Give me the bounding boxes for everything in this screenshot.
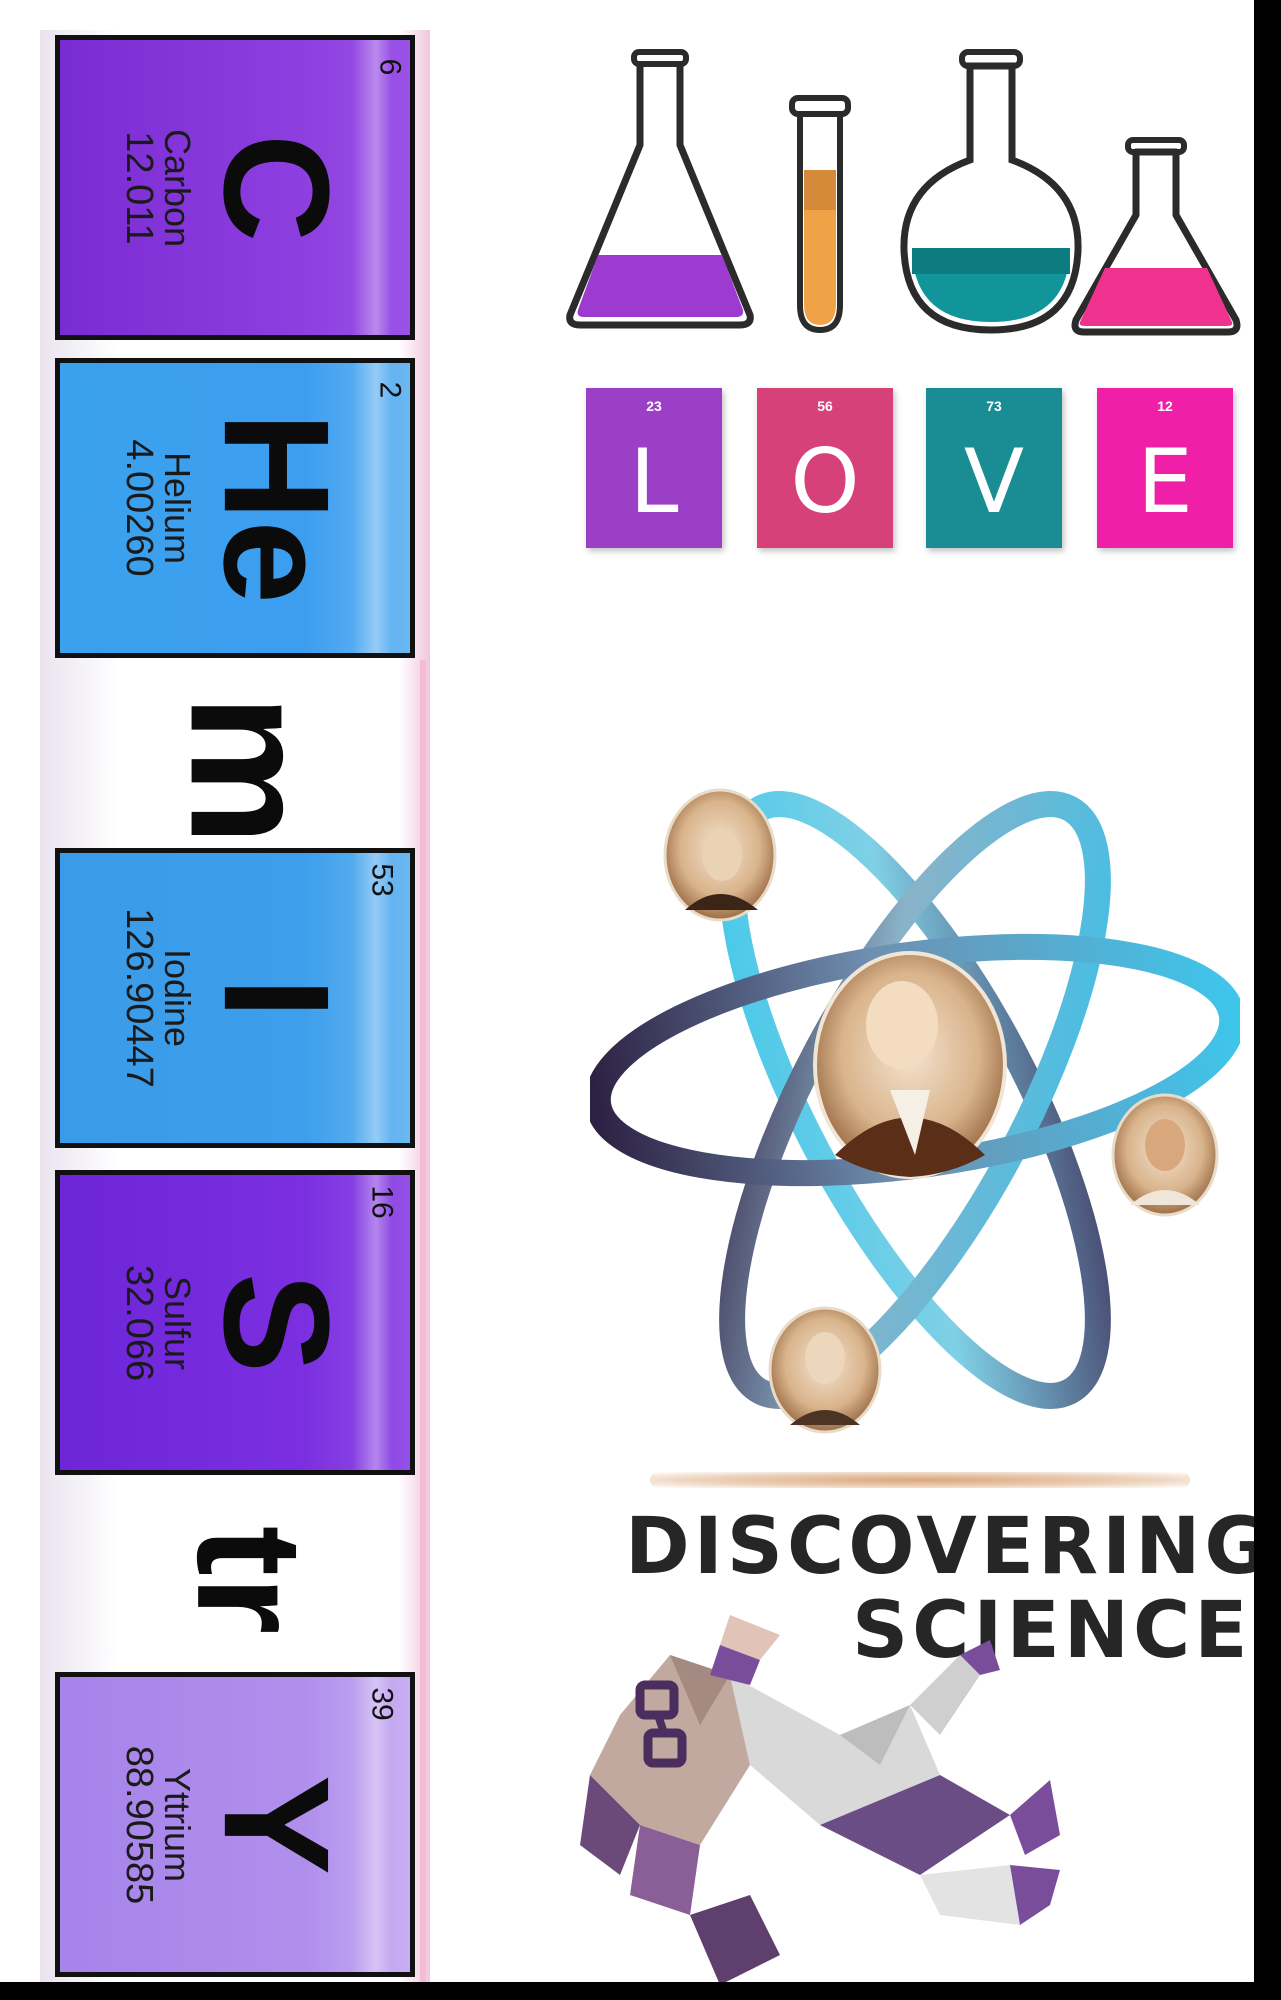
element-name: Yttrium: [156, 1767, 198, 1882]
atomic-mass: 4.00260: [118, 439, 161, 577]
element-symbol: Y: [192, 1774, 361, 1875]
letter-m: m: [155, 685, 345, 845]
love-number: 56: [817, 398, 833, 414]
tile-helium: 2 He Helium 4.00260: [55, 358, 415, 658]
love-letter: E: [1137, 430, 1193, 533]
element-name: Iodine: [156, 948, 198, 1048]
atomic-number: 53: [365, 863, 399, 897]
portrait-bottom: [768, 1306, 882, 1434]
scientist-illustration: [580, 1615, 1060, 1982]
element-symbol: He: [192, 412, 361, 604]
divider-line: [650, 1472, 1190, 1488]
atomic-mass: 32.066: [118, 1264, 161, 1381]
erlenmeyer-flask-small-icon: [1071, 137, 1241, 336]
atomic-number: 2: [373, 381, 407, 399]
atomic-number: 6: [373, 58, 407, 76]
letter-tr-text: tr: [165, 1525, 334, 1635]
atomic-number: 16: [365, 1185, 399, 1219]
atomic-mass: 88.90585: [118, 1745, 161, 1904]
love-tile-o: 56 O: [757, 388, 893, 548]
atomic-mass: 12.011: [118, 130, 161, 245]
letter-tr: tr: [160, 1505, 340, 1665]
test-tube-icon: [789, 95, 851, 334]
element-symbol: S: [192, 1272, 361, 1373]
love-letter: O: [790, 430, 860, 533]
tile-sulfur: 16 S Sulfur 32.066: [55, 1170, 415, 1475]
glassware-illustration: [566, 49, 1241, 336]
love-tile-v: 73 V: [926, 388, 1062, 548]
love-tile-e: 12 E: [1097, 388, 1233, 548]
erlenmeyer-flask-icon: [566, 49, 754, 329]
love-tile-l: 23 L: [586, 388, 722, 548]
love-letter: L: [629, 430, 679, 533]
love-number: 73: [986, 398, 1002, 414]
love-letter: V: [963, 430, 1025, 533]
element-name: Sulfur: [156, 1275, 198, 1370]
scientist-figure: [580, 1615, 1060, 1982]
love-number: 23: [646, 398, 662, 414]
letter-m-text: m: [154, 694, 345, 846]
tile-carbon: 6 C Carbon 12.011: [55, 35, 415, 340]
tile-iodine: 53 I Iodine 126.90447: [55, 848, 415, 1148]
atomic-number: 39: [365, 1687, 399, 1721]
portrait-top-left: [663, 788, 777, 922]
element-symbol: C: [192, 133, 361, 242]
center-portrait: [813, 951, 1007, 1179]
element-name: Helium: [156, 451, 198, 565]
love-number: 12: [1157, 398, 1173, 414]
element-symbol: I: [192, 977, 361, 1019]
tile-yttrium: 39 Y Yttrium 88.90585: [55, 1672, 415, 1977]
atom-illustration: [590, 788, 1240, 1434]
discovering-title: DISCOVERING: [625, 1502, 1254, 1592]
poster-canvas: 6 C Carbon 12.011 2 He Helium 4.00260 m …: [0, 0, 1254, 1982]
strip-border: [420, 660, 426, 1982]
portrait-right: [1111, 1093, 1219, 1217]
atomic-mass: 126.90447: [118, 908, 161, 1088]
round-flask-icon: [900, 49, 1082, 334]
element-name: Carbon: [156, 128, 198, 247]
